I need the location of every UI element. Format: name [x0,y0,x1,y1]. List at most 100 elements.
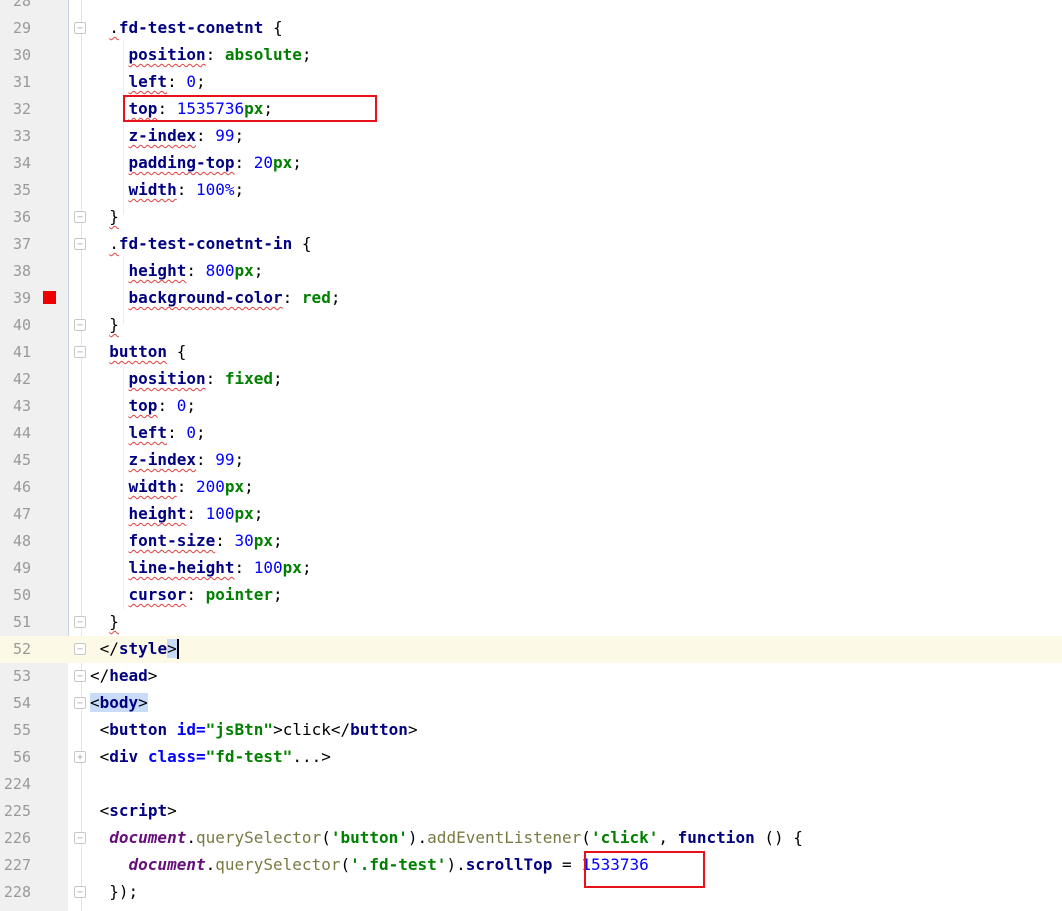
line-number[interactable]: 38 [0,262,31,281]
code-line[interactable]: 31 left: 0; [0,69,1062,96]
code-text[interactable]: } [90,315,119,335]
line-number[interactable]: 54 [0,694,31,713]
line-number[interactable]: 43 [0,397,31,416]
code-text[interactable]: width: 200px; [90,477,254,497]
code-text[interactable]: .fd-test-conetnt-in { [90,234,311,254]
code-line[interactable]: 36 − } [0,204,1062,231]
code-line[interactable]: 34 padding-top: 20px; [0,150,1062,177]
code-text[interactable]: left: 0; [90,423,206,443]
collapse-fold-icon[interactable]: − [74,670,86,682]
code-line[interactable]: 51 − } [0,609,1062,636]
collapse-fold-icon[interactable]: − [74,616,86,628]
code-text[interactable]: font-size: 30px; [90,531,283,551]
collapse-fold-icon[interactable]: − [74,697,86,709]
line-number[interactable]: 39 [0,289,31,308]
code-text[interactable]: line-height: 100px; [90,558,312,578]
code-line[interactable]: 38 height: 800px; [0,258,1062,285]
code-text[interactable]: <body> [90,693,148,713]
code-line[interactable]: 53 − </head> [0,663,1062,690]
line-number[interactable]: 40 [0,316,31,335]
code-text[interactable]: button { [90,342,186,362]
line-number[interactable]: 48 [0,532,31,551]
code-text[interactable]: <button id="jsBtn">click</button> [90,720,418,740]
collapse-fold-icon[interactable]: − [74,211,86,223]
code-line[interactable]: 39 background-color: red; [0,285,1062,312]
code-text[interactable]: position: fixed; [90,369,283,389]
code-line[interactable]: 41 − button { [0,339,1062,366]
code-line[interactable]: 48 font-size: 30px; [0,528,1062,555]
code-text[interactable]: z-index: 99; [90,450,245,470]
line-number[interactable]: 37 [0,235,31,254]
code-line[interactable]: 54 − <body> [0,690,1062,717]
line-number[interactable]: 226 [0,829,31,848]
expand-fold-icon[interactable]: + [74,751,86,763]
code-line[interactable]: 52 − </style> [0,636,1062,663]
code-text[interactable]: <div class="fd-test"...> [90,747,331,767]
code-line[interactable]: 227 document.querySelector('.fd-test').s… [0,852,1062,879]
code-line[interactable]: 226 − document.querySelector('button').ad… [0,825,1062,852]
line-number[interactable]: 45 [0,451,31,470]
collapse-fold-icon[interactable]: − [74,22,86,34]
line-number[interactable]: 225 [0,802,31,821]
code-text[interactable]: background-color: red; [90,288,341,308]
collapse-fold-icon[interactable]: − [74,832,86,844]
line-number[interactable]: 28 [0,0,31,11]
code-text[interactable]: } [90,612,119,632]
code-text[interactable]: } [90,207,119,227]
line-number[interactable]: 44 [0,424,31,443]
line-number[interactable]: 30 [0,46,31,65]
line-number[interactable]: 51 [0,613,31,632]
code-line[interactable]: 55 <button id="jsBtn">click</button> [0,717,1062,744]
line-number[interactable]: 47 [0,505,31,524]
code-text[interactable]: position: absolute; [90,45,312,65]
code-line[interactable]: 44 left: 0; [0,420,1062,447]
code-line[interactable]: 33 z-index: 99; [0,123,1062,150]
code-line[interactable]: 42 position: fixed; [0,366,1062,393]
line-number[interactable]: 56 [0,748,31,767]
code-text[interactable]: .fd-test-conetnt { [90,18,282,38]
line-number[interactable]: 55 [0,721,31,740]
line-number[interactable]: 33 [0,127,31,146]
code-line[interactable]: 56 + <div class="fd-test"...> [0,744,1062,771]
code-text[interactable]: }); [90,882,138,902]
code-line[interactable]: 225 <script> [0,798,1062,825]
code-line[interactable]: 50 cursor: pointer; [0,582,1062,609]
code-text[interactable]: height: 100px; [90,504,264,524]
line-number[interactable]: 228 [0,883,31,902]
collapse-fold-icon[interactable]: − [74,319,86,331]
collapse-fold-icon[interactable]: − [74,238,86,250]
line-number[interactable]: 49 [0,559,31,578]
line-number[interactable]: 42 [0,370,31,389]
code-line[interactable]: 45 z-index: 99; [0,447,1062,474]
code-line[interactable]: 224 [0,771,1062,798]
code-line[interactable]: 35 width: 100%; [0,177,1062,204]
line-number[interactable]: 227 [0,856,31,875]
line-number[interactable]: 41 [0,343,31,362]
line-number[interactable]: 32 [0,100,31,119]
code-line[interactable]: 28 [0,0,1062,15]
code-line[interactable]: 228 − }); [0,879,1062,906]
collapse-fold-icon[interactable]: − [74,886,86,898]
code-text[interactable]: cursor: pointer; [90,585,283,605]
code-text[interactable]: document.querySelector('button').addEven… [90,828,803,848]
code-line[interactable]: 30 position: absolute; [0,42,1062,69]
line-number[interactable]: 31 [0,73,31,92]
code-text[interactable]: left: 0; [90,72,206,92]
code-text[interactable]: </head> [90,666,157,686]
line-number[interactable]: 50 [0,586,31,605]
code-line[interactable]: 46 width: 200px; [0,474,1062,501]
line-number[interactable]: 34 [0,154,31,173]
line-number[interactable]: 53 [0,667,31,686]
code-line[interactable]: 47 height: 100px; [0,501,1062,528]
code-text[interactable]: height: 800px; [90,261,264,281]
code-text[interactable]: width: 100%; [90,180,245,200]
code-line[interactable]: 37 − .fd-test-conetnt-in { [0,231,1062,258]
line-number[interactable]: 29 [0,19,31,38]
line-number[interactable]: 36 [0,208,31,227]
code-line[interactable]: 40 − } [0,312,1062,339]
collapse-fold-icon[interactable]: − [74,346,86,358]
code-text[interactable]: </style> [90,639,179,659]
line-number[interactable]: 35 [0,181,31,200]
collapse-fold-icon[interactable]: − [74,643,86,655]
code-line[interactable]: 29 − .fd-test-conetnt { [0,15,1062,42]
